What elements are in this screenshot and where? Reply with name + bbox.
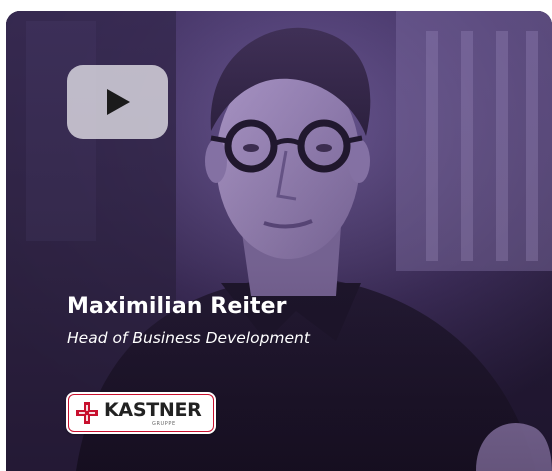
speaker-role: Head of Business Development — [67, 329, 310, 347]
kastner-logo-icon — [76, 402, 98, 424]
play-button[interactable] — [67, 65, 168, 139]
logo-wordmark: KASTNER — [104, 399, 202, 421]
company-logo: KASTNER GRUPPE — [66, 392, 216, 434]
video-card[interactable]: Maximilian Reiter Head of Business Devel… — [6, 11, 552, 471]
speaker-caption: Maximilian Reiter Head of Business Devel… — [67, 293, 310, 348]
speaker-name: Maximilian Reiter — [67, 294, 287, 319]
logo-subtext: GRUPPE — [152, 421, 176, 427]
play-icon — [106, 89, 130, 115]
